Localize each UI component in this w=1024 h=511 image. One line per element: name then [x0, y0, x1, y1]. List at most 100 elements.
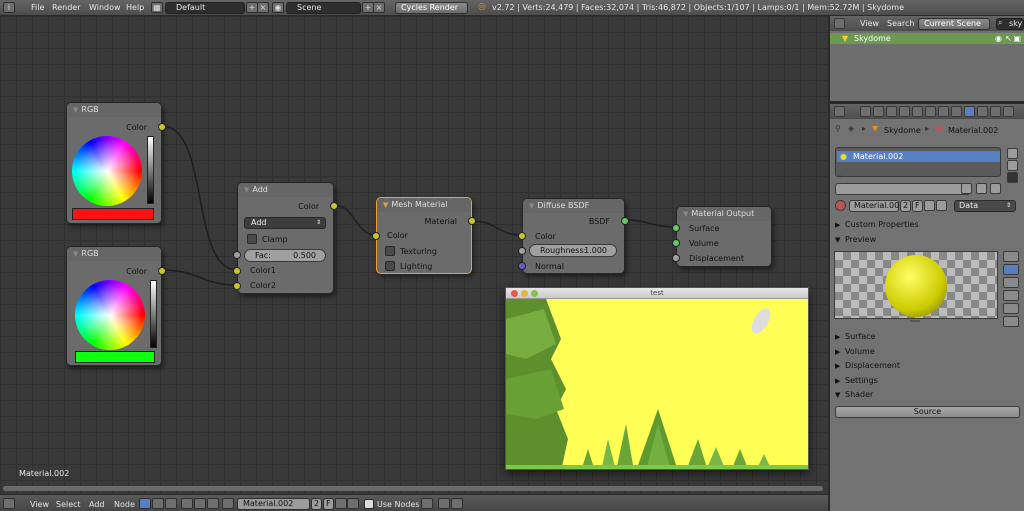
minimize-icon[interactable]: [521, 290, 528, 297]
modifiers-tab-icon[interactable]: [938, 106, 949, 117]
lighting-checkbox[interactable]: [385, 261, 395, 271]
add-node-header[interactable]: ▼ Add: [238, 183, 333, 197]
diffuse-header[interactable]: ▼ Diffuse BSDF: [523, 199, 624, 213]
filter-icon[interactable]: ◦: [838, 173, 842, 181]
menu-select[interactable]: Select: [56, 500, 81, 509]
particles-tab-icon[interactable]: [990, 106, 1001, 117]
material-name-field[interactable]: Material.002: [237, 498, 310, 510]
pin-icon[interactable]: ⚲: [835, 124, 841, 133]
texturing-checkbox[interactable]: [385, 246, 395, 256]
filter-reverse-button[interactable]: [990, 183, 1001, 194]
material-output-socket[interactable]: [468, 217, 476, 225]
world-icon[interactable]: [194, 498, 206, 509]
collapse-icon[interactable]: ▼: [383, 201, 388, 209]
section-displacement[interactable]: ▶ Displacement: [835, 361, 900, 370]
object-tab-icon[interactable]: [912, 106, 923, 117]
filter-sort-button[interactable]: [961, 183, 972, 194]
material-tab-icon[interactable]: [964, 106, 975, 117]
outliner-menu-view[interactable]: View: [860, 19, 879, 28]
color-swatch[interactable]: [75, 351, 155, 363]
editor-type-icon[interactable]: [3, 498, 15, 509]
collapse-icon[interactable]: ▼: [73, 106, 78, 114]
add-material-icon[interactable]: [924, 200, 935, 211]
mix-add-node[interactable]: ▼ Add Color Add ⇕ Clamp Fac: 0.500 Color1 C…: [233, 182, 338, 294]
fake-user-toggle[interactable]: F: [912, 200, 923, 212]
render-layers-tab-icon[interactable]: [873, 106, 884, 117]
section-preview[interactable]: ▼ Preview: [835, 235, 876, 244]
mesh-color-input-socket[interactable]: [372, 232, 380, 240]
linestyle-icon[interactable]: [207, 498, 219, 509]
collapse-icon[interactable]: ▼: [244, 186, 249, 194]
color-swatch[interactable]: [72, 208, 154, 220]
section-settings[interactable]: ▶ Settings: [835, 376, 878, 385]
material-browse-icon[interactable]: [835, 200, 846, 211]
shader-nodes-icon[interactable]: [139, 498, 151, 509]
rgb-node-1[interactable]: ▼ RGB Color: [66, 102, 166, 224]
value-slider[interactable]: [147, 136, 154, 204]
selectable-cursor-icon[interactable]: ↖: [1005, 33, 1012, 44]
mesh-material-header[interactable]: ▼ Mesh Material: [377, 198, 471, 212]
diffuse-bsdf-node[interactable]: ▼ Diffuse BSDF BSDF Color Roughness: 1.000…: [518, 198, 629, 274]
use-nodes-checkbox[interactable]: [364, 499, 374, 509]
rgb-node-2-color-output[interactable]: [158, 267, 166, 275]
physics-tab-icon[interactable]: [1003, 106, 1014, 117]
editor-type-icon[interactable]: [834, 18, 845, 29]
outliner-menu-search[interactable]: Search: [887, 19, 914, 28]
bsdf-output-socket[interactable]: [621, 217, 629, 225]
preview-sphere-button[interactable]: [1003, 264, 1019, 275]
value-slider[interactable]: [150, 280, 157, 348]
preview-cube-button[interactable]: [1003, 277, 1019, 288]
world-tab-icon[interactable]: [899, 106, 910, 117]
maximize-icon[interactable]: [531, 290, 538, 297]
backdrop-icon[interactable]: [421, 498, 433, 509]
preview-monkey-button[interactable]: [1003, 290, 1019, 301]
clamp-checkbox[interactable]: [247, 234, 257, 244]
section-volume[interactable]: ▶ Volume: [835, 347, 875, 356]
collapse-icon[interactable]: ▼: [73, 250, 78, 258]
render-camera-icon[interactable]: ▣: [1013, 33, 1021, 44]
link-data-dropdown[interactable]: Data ⇕: [954, 200, 1016, 212]
rgb-node-1-header[interactable]: ▼ RGB: [67, 103, 161, 117]
remove-slot-button[interactable]: [1007, 160, 1018, 171]
color-wheel[interactable]: [72, 136, 142, 206]
scene-tab-icon[interactable]: [886, 106, 897, 117]
preview-hair-button[interactable]: [1003, 303, 1019, 314]
game-preview-window[interactable]: test: [505, 287, 809, 470]
material-name-field[interactable]: Material.002: [849, 200, 904, 212]
fake-user-toggle[interactable]: F: [323, 498, 334, 510]
fac-field[interactable]: Fac: 0.500: [244, 249, 326, 262]
output-header[interactable]: ▼ Material Output: [677, 207, 771, 221]
constraints-tab-icon[interactable]: [925, 106, 936, 117]
data-tab-icon[interactable]: [951, 106, 962, 117]
diffuse-color-input-socket[interactable]: [518, 232, 526, 240]
scene-display-dropdown[interactable]: Current Scene: [918, 18, 990, 30]
source-button[interactable]: Source: [835, 406, 1020, 418]
roughness-input-socket[interactable]: [518, 247, 526, 255]
rgb-node-1-color-output[interactable]: [158, 123, 166, 131]
preview-flat-button[interactable]: [1003, 251, 1019, 262]
color2-input-socket[interactable]: [233, 282, 241, 290]
add-slot-button[interactable]: [1007, 148, 1018, 159]
unlink-material-icon[interactable]: [936, 200, 947, 211]
fac-input-socket[interactable]: [233, 251, 241, 259]
horizontal-scrollbar[interactable]: [3, 486, 823, 491]
normal-input-socket[interactable]: [518, 262, 526, 270]
collapse-icon[interactable]: ▼: [683, 210, 688, 218]
add-node-color-output[interactable]: [330, 202, 338, 210]
section-surface[interactable]: ▶ Surface: [835, 332, 875, 341]
color1-input-socket[interactable]: [233, 267, 241, 275]
section-shader[interactable]: ▼ Shader: [835, 390, 873, 399]
visibility-eye-icon[interactable]: ◉: [995, 33, 1002, 44]
blend-mode-dropdown[interactable]: Add ⇕: [244, 217, 326, 229]
section-custom-properties[interactable]: ▶ Custom Properties: [835, 220, 919, 229]
close-icon[interactable]: [511, 290, 518, 297]
texture-tab-icon[interactable]: [977, 106, 988, 117]
preview-sky-button[interactable]: [1003, 316, 1019, 327]
roughness-field[interactable]: Roughness: 1.000: [529, 244, 617, 257]
add-material-icon[interactable]: [335, 498, 347, 509]
object-icon[interactable]: [181, 498, 193, 509]
menu-node[interactable]: Node: [114, 500, 135, 509]
volume-input-socket[interactable]: [672, 239, 680, 247]
filter-options-button[interactable]: [976, 183, 987, 194]
texture-nodes-icon[interactable]: [152, 498, 164, 509]
